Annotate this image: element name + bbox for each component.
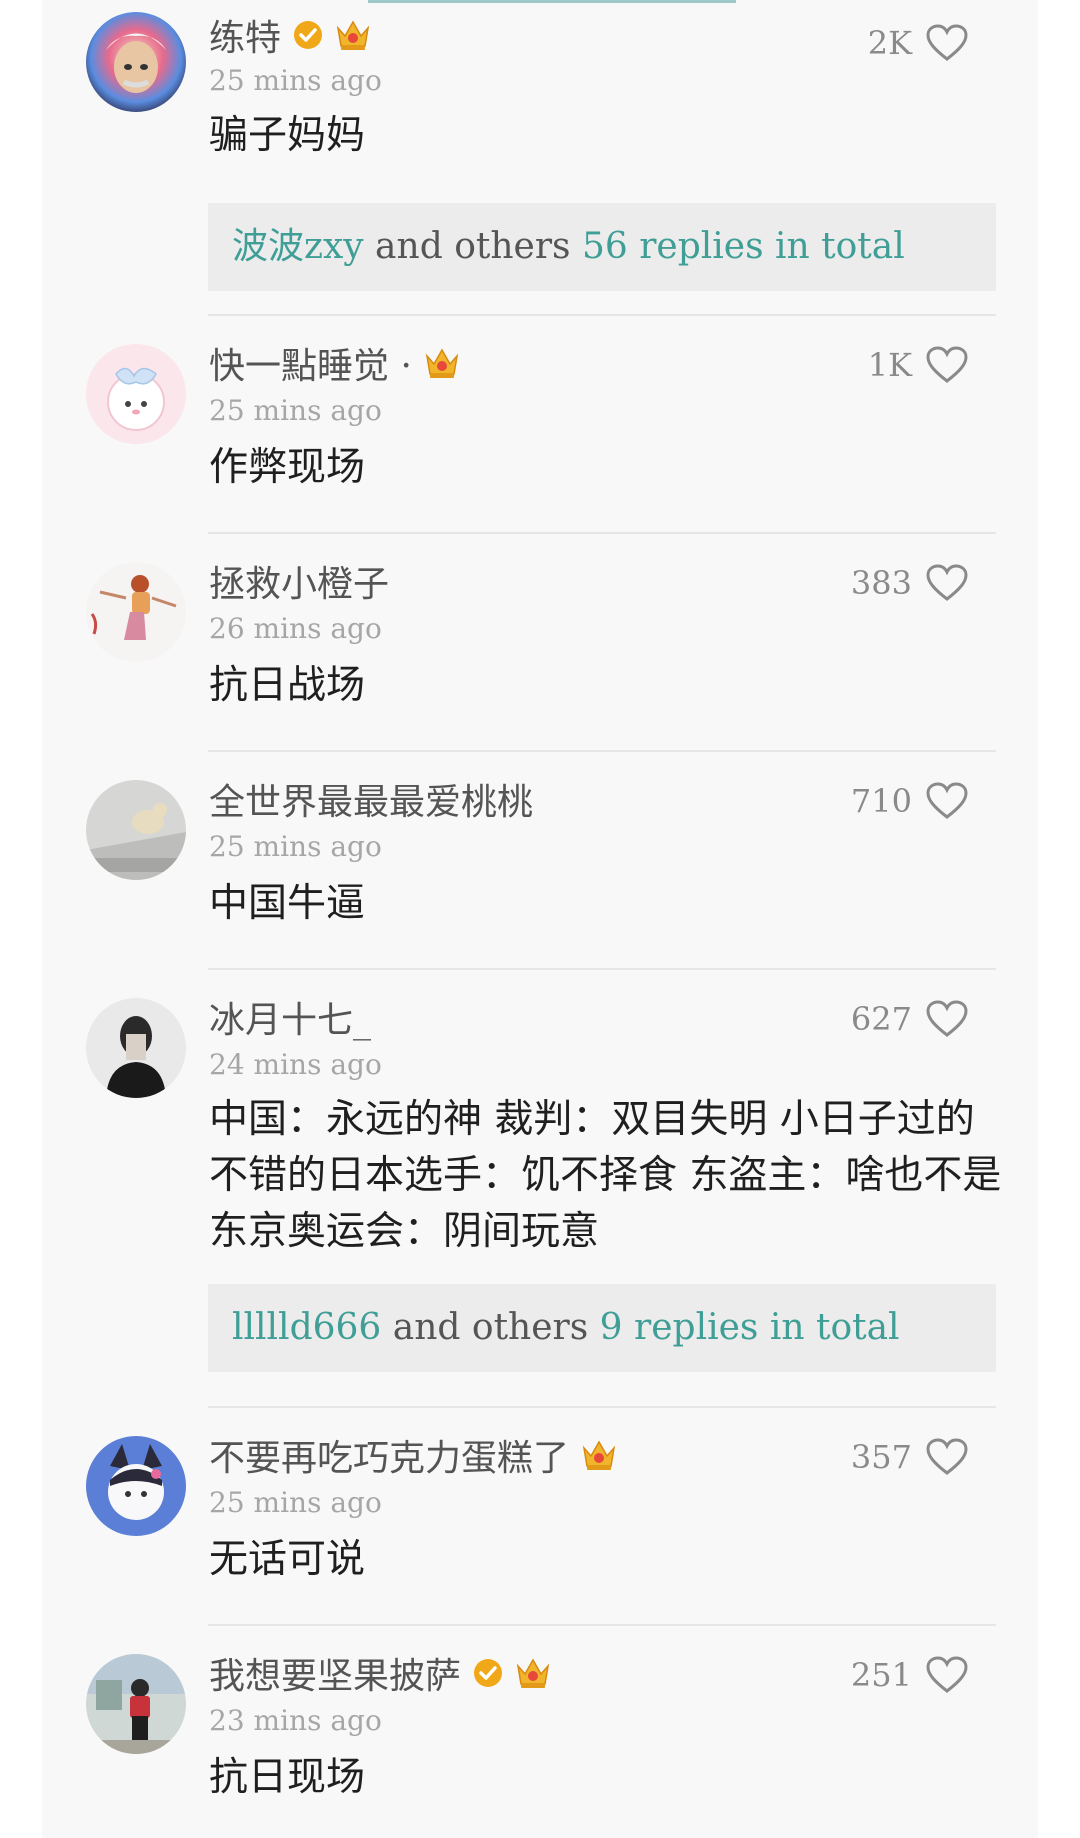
timestamp: 25 mins ago — [209, 830, 382, 863]
avatar[interactable] — [86, 1654, 186, 1754]
replies-summary[interactable]: llllld666 and others 9 replies in total — [208, 1284, 996, 1372]
like-control[interactable]: 627 — [851, 996, 968, 1042]
heart-icon[interactable] — [926, 564, 968, 602]
crown-level-icon — [335, 18, 371, 52]
username-row: 不要再吃巧克力蛋糕了 — [209, 1429, 617, 1481]
like-count: 383 — [850, 564, 912, 602]
username-row: 练特 — [209, 9, 371, 61]
timestamp: 24 mins ago — [209, 1048, 382, 1081]
comment-text: 抗日战场 — [209, 663, 366, 708]
comment-text: 抗日现场 — [209, 1755, 366, 1800]
comment-item: 不要再吃巧克力蛋糕了 25 mins ago 357 无话可说 — [42, 1430, 1038, 1620]
comment-item: 拯救小橙子 26 mins ago 383 抗日战场 — [42, 556, 1038, 746]
verified-icon — [293, 20, 323, 50]
comment-text: 中国牛逼 — [209, 881, 366, 926]
reply-names[interactable]: llllld666 — [232, 1307, 381, 1348]
username[interactable]: 冰月十七_ — [209, 991, 371, 1043]
divider — [208, 314, 996, 316]
comment-item: 全世界最最最爱桃桃 25 mins ago 710 中国牛逼 — [42, 774, 1038, 964]
heart-icon[interactable] — [926, 1000, 968, 1038]
username-row: 拯救小橙子 — [209, 555, 389, 607]
crown-level-icon — [515, 1656, 551, 1690]
like-count: 357 — [850, 1438, 912, 1476]
heart-icon[interactable] — [926, 24, 968, 62]
scroll-indicator — [368, 0, 736, 3]
crown-level-icon — [581, 1438, 617, 1472]
like-control[interactable]: 1K — [868, 342, 968, 388]
reply-total-link[interactable]: 9 replies in total — [600, 1307, 900, 1348]
username-row: 我想要坚果披萨 — [209, 1647, 551, 1699]
like-count: 627 — [850, 1000, 912, 1038]
like-control[interactable]: 357 — [851, 1434, 968, 1480]
avatar[interactable] — [86, 562, 186, 662]
reply-names[interactable]: 波波zxy — [232, 226, 364, 267]
avatar[interactable] — [86, 344, 186, 444]
username[interactable]: 我想要坚果披萨 — [209, 1647, 461, 1699]
divider — [208, 1624, 996, 1626]
comment-text: 骗子妈妈 — [209, 113, 366, 158]
heart-icon[interactable] — [926, 782, 968, 820]
heart-icon[interactable] — [926, 1438, 968, 1476]
username[interactable]: 练特 — [209, 9, 281, 61]
comment-text: 作弊现场 — [209, 445, 366, 490]
timestamp: 25 mins ago — [209, 394, 382, 427]
verified-icon — [473, 1658, 503, 1688]
username[interactable]: 快一點睡觉 · — [209, 337, 412, 389]
timestamp: 25 mins ago — [209, 64, 382, 97]
timestamp: 26 mins ago — [209, 612, 382, 645]
like-control[interactable]: 710 — [851, 778, 968, 824]
timestamp: 25 mins ago — [209, 1486, 382, 1519]
avatar[interactable] — [86, 1436, 186, 1536]
avatar[interactable] — [86, 12, 186, 112]
reply-total-link[interactable]: 56 replies in total — [582, 226, 905, 267]
username-row: 全世界最最最爱桃桃 — [209, 773, 533, 825]
username[interactable]: 不要再吃巧克力蛋糕了 — [209, 1429, 569, 1481]
replies-summary[interactable]: 波波zxy and others 56 replies in total — [208, 203, 996, 291]
comment-item: 我想要坚果披萨 23 mins ago 251 抗日现场 — [42, 1648, 1038, 1838]
like-count: 1K — [867, 346, 912, 384]
avatar[interactable] — [86, 998, 186, 1098]
like-count: 710 — [850, 782, 912, 820]
avatar[interactable] — [86, 780, 186, 880]
divider — [208, 1406, 996, 1408]
reply-middle: and others — [381, 1307, 600, 1348]
like-count: 251 — [850, 1656, 912, 1694]
heart-icon[interactable] — [926, 346, 968, 384]
reply-middle: and others — [363, 226, 582, 267]
username[interactable]: 全世界最最最爱桃桃 — [209, 773, 533, 825]
comment-item: 快一點睡觉 · 25 mins ago 1K 作弊现场 — [42, 338, 1038, 528]
username-row: 冰月十七_ — [209, 991, 371, 1043]
username[interactable]: 拯救小橙子 — [209, 555, 389, 607]
comment-item: 冰月十七_ 24 mins ago 627 中国：永远的神 裁判：双目失明 小日… — [42, 992, 1038, 1392]
comment-text: 中国：永远的神 裁判：双目失明 小日子过的不错的日本选手：饥不择食 东盗主：啥也… — [209, 1097, 1002, 1254]
divider — [208, 532, 996, 534]
comment-text: 无话可说 — [209, 1537, 366, 1582]
divider — [208, 750, 996, 752]
like-count: 2K — [867, 24, 912, 62]
like-control[interactable]: 251 — [851, 1652, 968, 1698]
divider — [208, 968, 996, 970]
comment-item: 练特 25 mins ago 2K 骗子妈妈 波波zxy and others … — [42, 12, 1038, 312]
like-control[interactable]: 2K — [868, 20, 968, 66]
crown-level-icon — [424, 346, 460, 380]
timestamp: 23 mins ago — [209, 1704, 382, 1737]
like-control[interactable]: 383 — [851, 560, 968, 606]
username-row: 快一點睡觉 · — [209, 337, 460, 389]
heart-icon[interactable] — [926, 1656, 968, 1694]
